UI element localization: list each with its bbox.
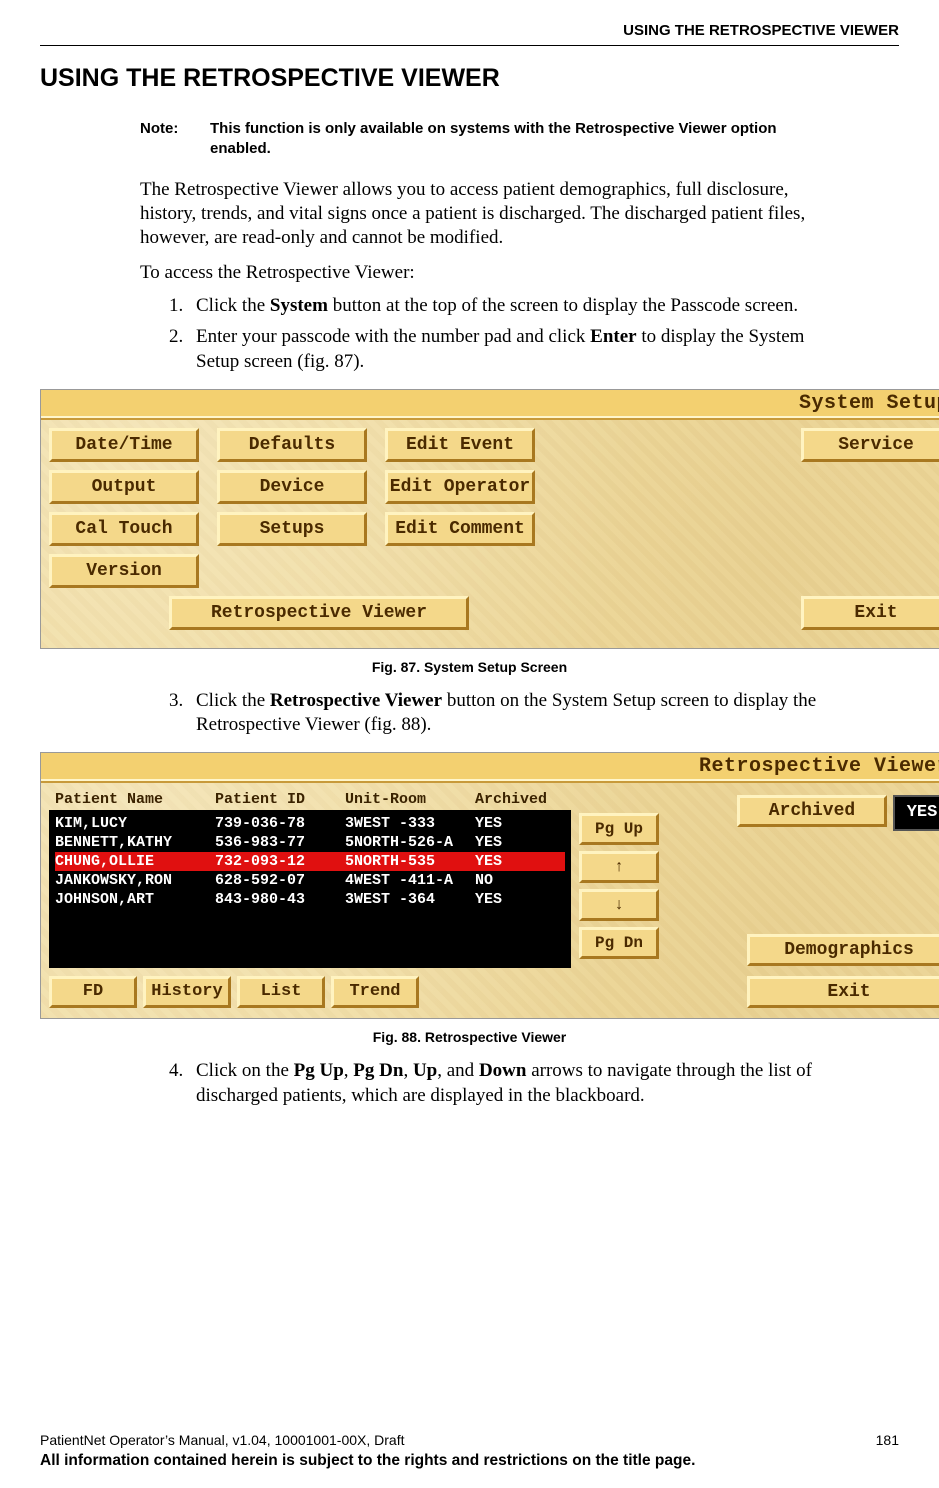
step-3: Click the Retrospective Viewer button on…: [188, 689, 839, 738]
patient-row[interactable]: BENNETT,KATHY536-983-775NORTH-526-AYES: [55, 833, 565, 852]
page-footer: PatientNet Operator’s Manual, v1.04, 100…: [0, 1432, 939, 1470]
list-button[interactable]: List: [237, 976, 325, 1008]
intro-paragraph: The Retrospective Viewer allows you to a…: [140, 178, 839, 251]
fig87-screenshot: System Setup Date/Time Defaults Edit Eve…: [40, 389, 939, 649]
page-number: 181: [876, 1432, 899, 1448]
col-id: Patient ID: [215, 791, 345, 808]
archived-value: YES: [893, 795, 939, 831]
footer-notice: All information contained herein is subj…: [40, 1452, 899, 1470]
date-time-button[interactable]: Date/Time: [49, 428, 199, 462]
archived-toggle-button[interactable]: Archived: [737, 795, 887, 827]
rv-exit-button[interactable]: Exit: [747, 976, 939, 1008]
lead-in: To access the Retrospective Viewer:: [140, 262, 839, 284]
up-arrow-button[interactable]: ↑: [579, 851, 659, 883]
patient-row[interactable]: KIM,LUCY739-036-783WEST -333YES: [55, 814, 565, 833]
defaults-button[interactable]: Defaults: [217, 428, 367, 462]
pgdn-button[interactable]: Pg Dn: [579, 927, 659, 959]
output-button[interactable]: Output: [49, 470, 199, 504]
version-button[interactable]: Version: [49, 554, 199, 588]
note-block: Note: This function is only available on…: [140, 119, 839, 160]
patient-blackboard[interactable]: KIM,LUCY739-036-783WEST -333YESBENNETT,K…: [49, 810, 571, 968]
fig88-caption: Fig. 88. Retrospective Viewer: [40, 1029, 899, 1045]
col-archived: Archived: [475, 791, 565, 808]
fig87-titlebar: System Setup: [41, 390, 939, 420]
fig88-titlebar: Retrospective Viewer: [41, 753, 939, 783]
edit-comment-button[interactable]: Edit Comment: [385, 512, 535, 546]
footer-left: PatientNet Operator’s Manual, v1.04, 100…: [40, 1432, 404, 1448]
step-2: Enter your passcode with the number pad …: [188, 325, 839, 374]
setups-button[interactable]: Setups: [217, 512, 367, 546]
retrospective-viewer-button[interactable]: Retrospective Viewer: [169, 596, 469, 630]
edit-event-button[interactable]: Edit Event: [385, 428, 535, 462]
col-name: Patient Name: [55, 791, 215, 808]
exit-button[interactable]: Exit: [801, 596, 939, 630]
fig87-caption: Fig. 87. System Setup Screen: [40, 659, 899, 675]
running-header: USING THE RETROSPECTIVE VIEWER: [40, 22, 899, 39]
page-title: USING THE RETROSPECTIVE VIEWER: [40, 64, 899, 93]
col-unit: Unit-Room: [345, 791, 475, 808]
header-rule: [40, 45, 899, 46]
trend-button[interactable]: Trend: [331, 976, 419, 1008]
cal-touch-button[interactable]: Cal Touch: [49, 512, 199, 546]
patient-row[interactable]: JOHNSON,ART843-980-433WEST -364YES: [55, 890, 565, 909]
down-arrow-button[interactable]: ↓: [579, 889, 659, 921]
pgup-button[interactable]: Pg Up: [579, 813, 659, 845]
note-label: Note:: [140, 119, 210, 160]
history-button[interactable]: History: [143, 976, 231, 1008]
demographics-button[interactable]: Demographics: [747, 934, 939, 966]
service-button[interactable]: Service: [801, 428, 939, 462]
step-4: Click on the Pg Up, Pg Dn, Up, and Down …: [188, 1059, 839, 1108]
patient-row[interactable]: CHUNG,OLLIE732-093-125NORTH-535YES: [55, 852, 565, 871]
step-1: Click the System button at the top of th…: [188, 294, 839, 319]
device-button[interactable]: Device: [217, 470, 367, 504]
fig88-screenshot: Retrospective Viewer Patient Name Patien…: [40, 752, 939, 1019]
patient-list-headers: Patient Name Patient ID Unit-Room Archiv…: [49, 789, 571, 810]
fd-button[interactable]: FD: [49, 976, 137, 1008]
patient-row[interactable]: JANKOWSKY,RON628-592-074WEST -411-ANO: [55, 871, 565, 890]
note-text: This function is only available on syste…: [210, 119, 839, 160]
edit-operator-button[interactable]: Edit Operator: [385, 470, 535, 504]
